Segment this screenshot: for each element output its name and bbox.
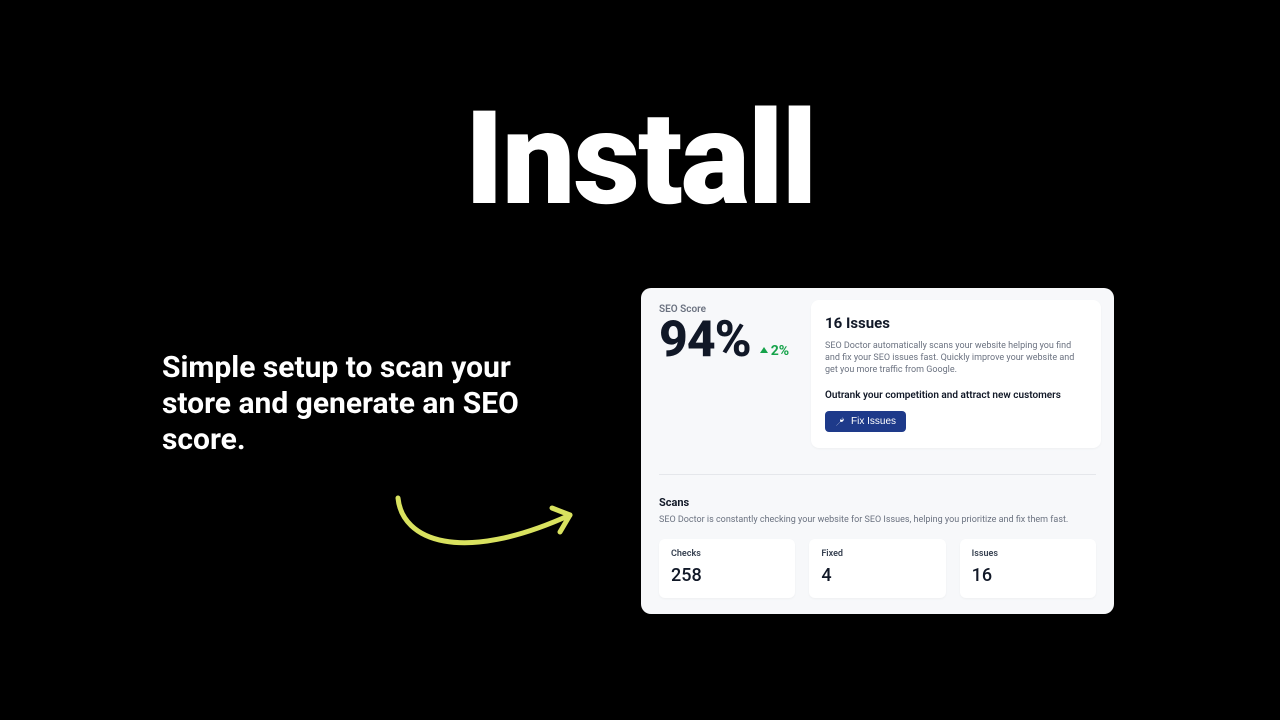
seo-score-delta-value: 2% xyxy=(771,343,789,359)
seo-score-value: 94% xyxy=(659,315,751,365)
stat-value: 16 xyxy=(972,565,1084,586)
hero-subtitle: Simple setup to scan your store and gene… xyxy=(162,350,562,458)
issues-description: SEO Doctor automatically scans your webs… xyxy=(825,340,1087,376)
divider xyxy=(659,474,1096,475)
fix-issues-button[interactable]: Fix Issues xyxy=(825,411,906,432)
stat-label: Checks xyxy=(671,549,783,559)
arrow-icon xyxy=(390,490,590,570)
stat-card-issues: Issues 16 xyxy=(960,539,1096,598)
wrench-icon xyxy=(835,417,845,427)
stat-label: Issues xyxy=(972,549,1084,559)
stat-card-fixed: Fixed 4 xyxy=(809,539,945,598)
scans-block: Scans SEO Doctor is constantly checking … xyxy=(659,496,1096,598)
stat-value: 258 xyxy=(671,565,783,586)
stat-label: Fixed xyxy=(821,549,933,559)
fix-issues-button-label: Fix Issues xyxy=(851,416,896,427)
scans-title: Scans xyxy=(659,496,1096,509)
scans-description: SEO Doctor is constantly checking your w… xyxy=(659,515,1096,525)
stat-card-checks: Checks 258 xyxy=(659,539,795,598)
seo-score-delta: 2% xyxy=(759,343,789,359)
issues-title: 16 Issues xyxy=(825,314,1087,332)
dashboard-panel: SEO Score 94% 2% 16 Issues SEO Doctor au… xyxy=(641,288,1114,614)
seo-score-block: SEO Score 94% 2% xyxy=(659,304,789,365)
issues-card: 16 Issues SEO Doctor automatically scans… xyxy=(811,300,1101,448)
issues-cta-text: Outrank your competition and attract new… xyxy=(825,390,1087,401)
arrow-up-icon xyxy=(759,346,769,356)
hero-title: Install xyxy=(0,82,1280,235)
stat-value: 4 xyxy=(821,565,933,586)
stats-row: Checks 258 Fixed 4 Issues 16 xyxy=(659,539,1096,598)
